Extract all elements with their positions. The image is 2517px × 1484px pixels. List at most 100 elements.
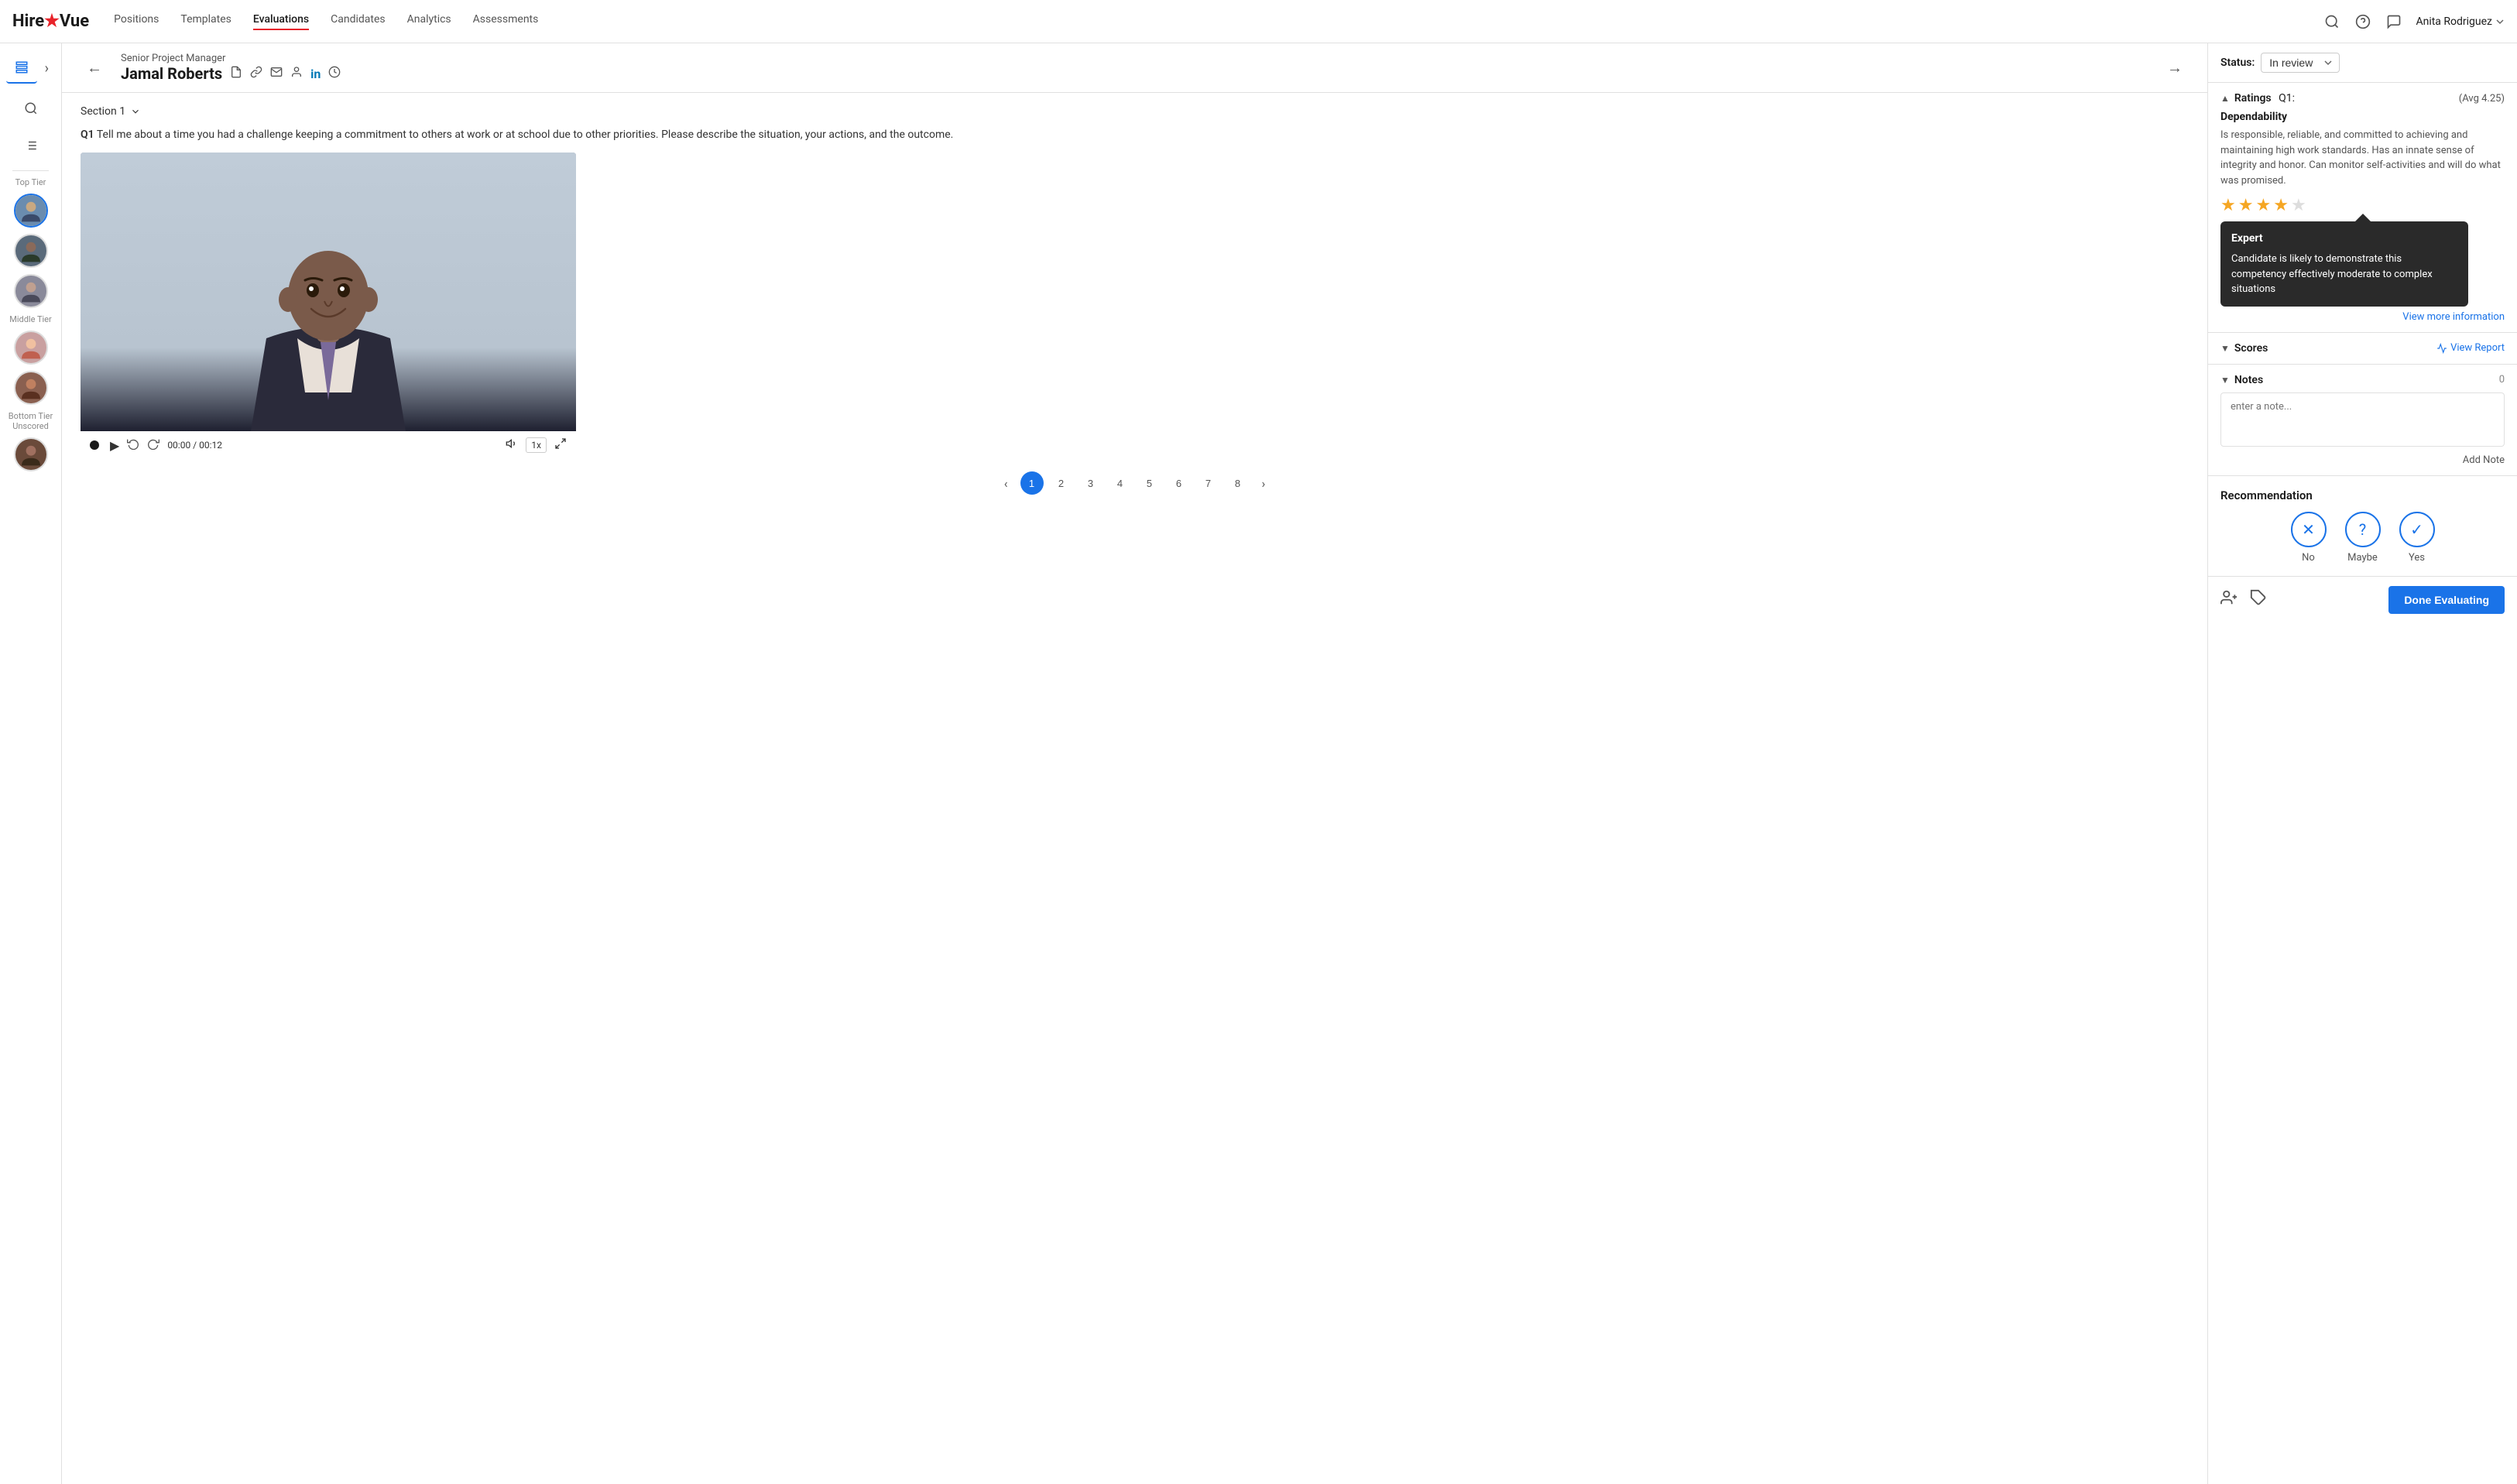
status-bar: Status: In review Reviewed Pending <box>2208 43 2517 83</box>
page-4-button[interactable]: 4 <box>1109 471 1132 495</box>
avatar-candidate-1[interactable] <box>14 194 48 228</box>
ratings-title: Ratings <box>2234 92 2272 105</box>
status-select[interactable]: In review Reviewed Pending <box>2261 53 2340 73</box>
ratings-section: ▲ Ratings Q1: (Avg 4.25) Dependability I… <box>2208 83 2517 333</box>
sidebar-filter-icon[interactable] <box>15 130 46 161</box>
help-icon[interactable] <box>2354 12 2372 31</box>
avatar-candidate-3[interactable] <box>14 274 48 308</box>
rec-no-button[interactable]: ✕ No <box>2291 512 2327 564</box>
star-rating[interactable]: ★ ★ ★ ★ ★ <box>2220 196 2505 215</box>
bottom-tier-avatars <box>14 434 48 475</box>
page-5-button[interactable]: 5 <box>1138 471 1161 495</box>
rec-maybe-button[interactable]: ? Maybe <box>2345 512 2381 564</box>
avatar-candidate-4[interactable] <box>14 331 48 365</box>
video-section: Section 1 Q1 Tell me about a time you ha… <box>62 93 2207 1484</box>
ratings-header[interactable]: ▲ Ratings Q1: (Avg 4.25) <box>2220 92 2505 105</box>
search-icon[interactable] <box>2323 12 2341 31</box>
tooltip-title: Expert <box>2231 231 2457 247</box>
nav-assessments[interactable]: Assessments <box>473 13 539 30</box>
email-icon[interactable] <box>270 66 283 81</box>
star-5[interactable]: ★ <box>2291 196 2306 215</box>
video-frame <box>81 153 576 431</box>
rec-no-circle: ✕ <box>2291 512 2327 547</box>
question-text: Q1 Tell me about a time you had a challe… <box>81 127 2189 143</box>
view-report-link[interactable]: View Report <box>2436 342 2505 354</box>
nav-positions[interactable]: Positions <box>114 13 159 30</box>
star-4[interactable]: ★ <box>2273 196 2289 215</box>
ratings-title-row: ▲ Ratings Q1: <box>2220 92 2295 105</box>
tooltip-text: Candidate is likely to demonstrate this … <box>2231 252 2457 297</box>
star-3[interactable]: ★ <box>2255 196 2271 215</box>
scores-title-row[interactable]: ▼ Scores <box>2220 342 2268 355</box>
page-2-button[interactable]: 2 <box>1050 471 1073 495</box>
history-icon[interactable] <box>328 66 341 81</box>
section-selector[interactable]: Section 1 <box>81 105 2189 118</box>
avatar-candidate-5[interactable] <box>14 371 48 405</box>
page-6-button[interactable]: 6 <box>1168 471 1191 495</box>
right-panel: Status: In review Reviewed Pending ▲ Rat… <box>2207 43 2517 1484</box>
top-navigation: Hire★Vue Positions Templates Evaluations… <box>0 0 2517 43</box>
star-2[interactable]: ★ <box>2238 196 2254 215</box>
star-1[interactable]: ★ <box>2220 196 2236 215</box>
linkedin-icon[interactable]: in <box>310 67 321 81</box>
notes-title: Notes <box>2234 374 2263 386</box>
recommendation-title: Recommendation <box>2220 488 2505 502</box>
page-7-button[interactable]: 7 <box>1197 471 1220 495</box>
scores-header: ▼ Scores View Report <box>2220 342 2505 355</box>
forward-button[interactable] <box>147 437 159 453</box>
notes-input[interactable] <box>2220 392 2505 447</box>
section-label: Section 1 <box>81 105 125 118</box>
content-area: ← Senior Project Manager Jamal Roberts <box>62 43 2207 1484</box>
rec-yes-button[interactable]: ✓ Yes <box>2399 512 2435 564</box>
avatar-candidate-6[interactable] <box>14 437 48 471</box>
video-time: 00:00 / 00:12 <box>167 440 498 451</box>
profile-icon[interactable] <box>290 66 303 81</box>
page-8-button[interactable]: 8 <box>1226 471 1250 495</box>
volume-button[interactable] <box>506 437 518 453</box>
status-label: Status: <box>2220 57 2255 69</box>
link-icon[interactable] <box>250 66 262 81</box>
video-controls: ▶ 00:00 / 00:12 1x <box>81 431 576 459</box>
nav-evaluations[interactable]: Evaluations <box>253 13 309 30</box>
resume-icon[interactable] <box>230 66 242 81</box>
nav-candidates[interactable]: Candidates <box>331 13 386 30</box>
user-name-text: Anita Rodriguez <box>2416 15 2492 28</box>
tag-icon[interactable] <box>2250 589 2267 610</box>
logo[interactable]: Hire★Vue <box>12 12 89 31</box>
speed-button[interactable]: 1x <box>526 437 547 453</box>
bottom-tier-label: Bottom TierUnscored <box>0 408 61 434</box>
scores-chevron: ▼ <box>2220 343 2230 354</box>
nav-analytics[interactable]: Analytics <box>407 13 451 30</box>
add-user-icon[interactable] <box>2220 589 2238 610</box>
main-layout: › Top Tier <box>0 43 2517 1484</box>
tooltip-arrow <box>2355 214 2371 221</box>
rewind-button[interactable] <box>127 437 139 453</box>
next-page-arrow[interactable]: › <box>1256 473 1272 494</box>
avatar-candidate-2[interactable] <box>14 234 48 268</box>
sidebar-search-icon[interactable] <box>15 93 46 124</box>
page-3-button[interactable]: 3 <box>1079 471 1102 495</box>
next-candidate-arrow[interactable]: → <box>2161 55 2189 81</box>
list-view-icon[interactable] <box>6 53 37 84</box>
prev-candidate-arrow[interactable]: ← <box>81 55 108 81</box>
done-evaluating-button[interactable]: Done Evaluating <box>2388 586 2505 614</box>
top-tier-label: Top Tier <box>0 174 61 190</box>
video-progress-indicator <box>90 440 99 450</box>
page-1-button[interactable]: 1 <box>1020 471 1044 495</box>
notes-header[interactable]: ▼ Notes 0 <box>2220 374 2505 386</box>
question-body: Tell me about a time you had a challenge… <box>97 129 954 141</box>
messages-icon[interactable] <box>2385 12 2403 31</box>
prev-page-arrow[interactable]: ‹ <box>998 473 1014 494</box>
user-menu[interactable]: Anita Rodriguez <box>2416 15 2505 28</box>
fullscreen-button[interactable] <box>554 437 567 453</box>
notes-title-row: ▼ Notes <box>2220 374 2263 386</box>
play-button[interactable]: ▶ <box>110 438 119 453</box>
rec-yes-circle: ✓ <box>2399 512 2435 547</box>
competency-desc: Is responsible, reliable, and committed … <box>2220 128 2505 188</box>
nav-templates[interactable]: Templates <box>180 13 231 30</box>
add-note-button[interactable]: Add Note <box>2220 454 2505 466</box>
sidebar-expand-icon[interactable]: › <box>39 54 55 83</box>
sidebar-icons <box>0 87 61 167</box>
view-more-link[interactable]: View more information <box>2220 311 2505 323</box>
notes-count: 0 <box>2499 374 2505 386</box>
